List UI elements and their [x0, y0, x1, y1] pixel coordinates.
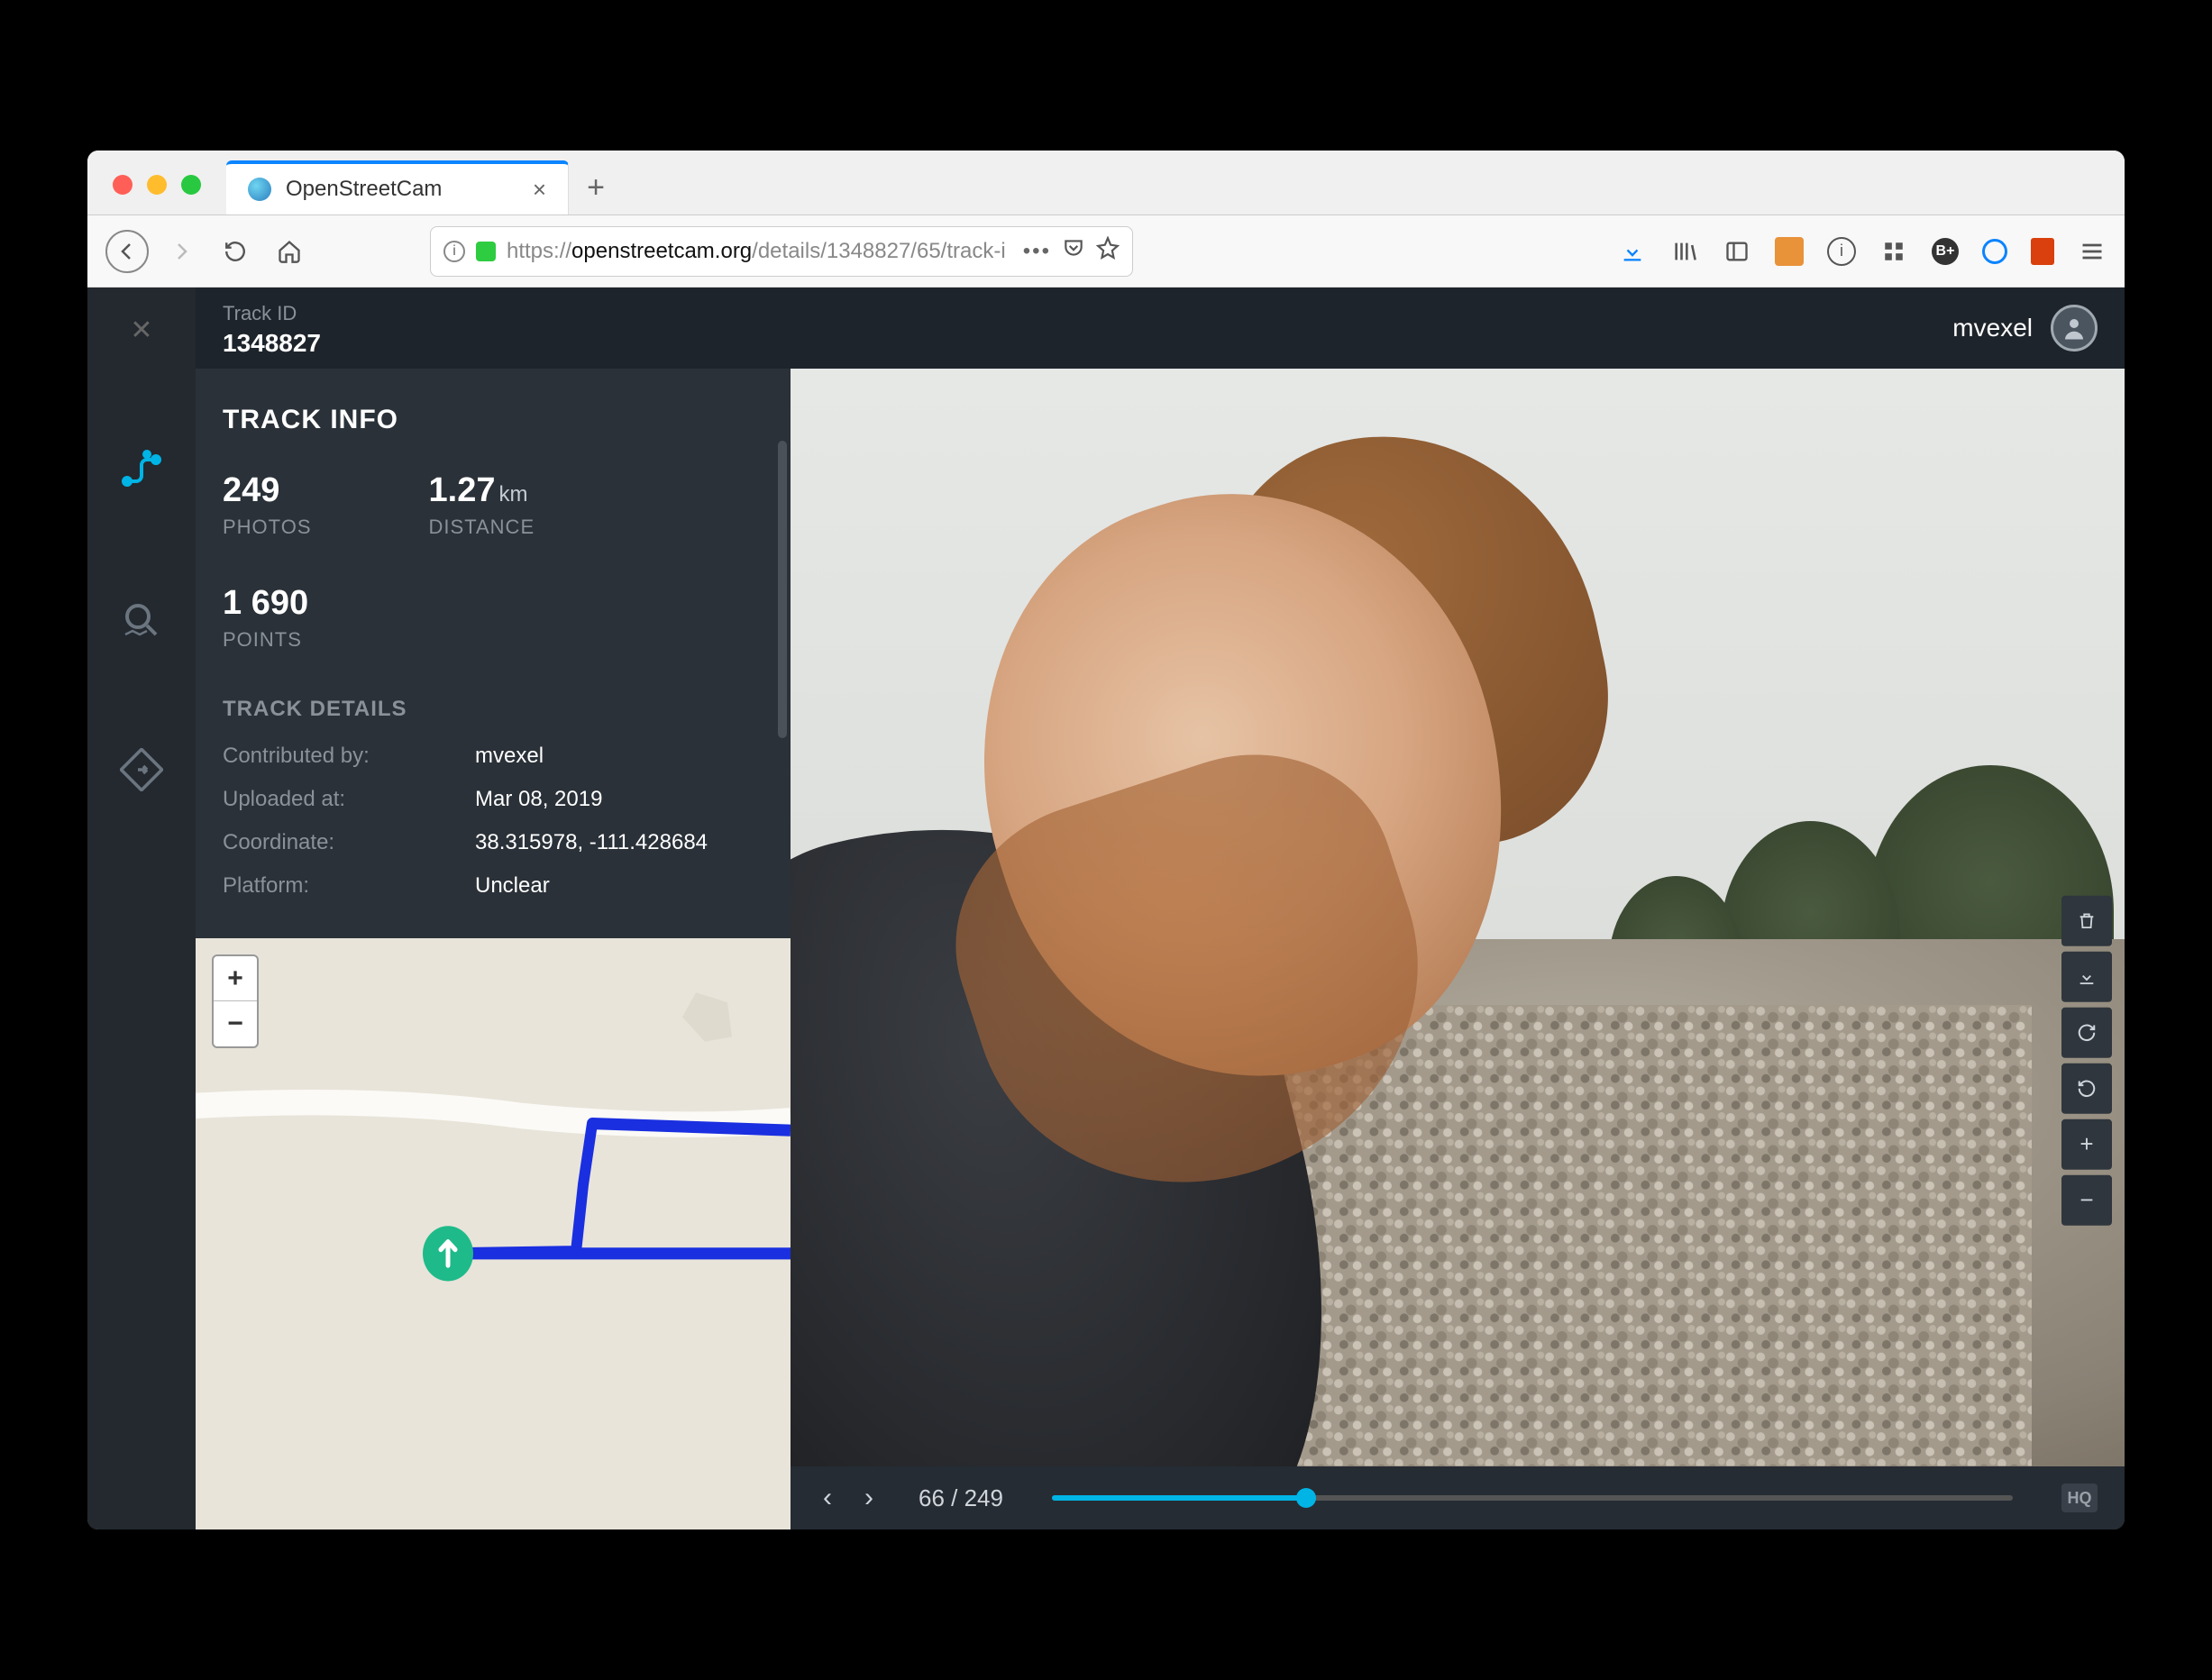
tab-bar: OpenStreetCam × + — [87, 151, 2125, 215]
slider-thumb[interactable] — [1296, 1488, 1316, 1508]
downloads-icon[interactable] — [1618, 237, 1647, 266]
zoom-out-button[interactable]: − — [214, 1001, 257, 1046]
distance-stat: 1.27km DISTANCE — [429, 471, 535, 539]
directions-tab-icon[interactable] — [116, 744, 167, 795]
browser-tab[interactable]: OpenStreetCam × — [226, 160, 569, 215]
photos-value: 249 — [223, 471, 312, 510]
photos-label: PHOTOS — [223, 516, 312, 539]
points-label: POINTS — [223, 628, 308, 652]
zoom-in-photo-button[interactable]: + — [2061, 1119, 2112, 1170]
reload-button[interactable] — [214, 230, 257, 273]
distance-value: 1.27km — [429, 471, 535, 510]
extension-fox-icon[interactable] — [1775, 237, 1804, 266]
sidebar-icon[interactable] — [1723, 237, 1751, 266]
forward-button[interactable] — [160, 230, 203, 273]
new-tab-button[interactable]: + — [569, 160, 623, 215]
bookmark-star-icon[interactable] — [1096, 236, 1120, 266]
photo-controls: + − — [2061, 896, 2112, 1226]
page-actions[interactable]: ••• — [1023, 239, 1051, 264]
tab-title: OpenStreetCam — [286, 177, 442, 202]
menu-icon[interactable] — [2078, 237, 2107, 266]
next-photo-button[interactable]: › — [859, 1483, 879, 1513]
panel-scrollbar[interactable] — [778, 441, 787, 738]
address-bar[interactable]: i https://openstreetcam.org/details/1348… — [430, 226, 1133, 277]
extension-grid-icon[interactable] — [1879, 237, 1908, 266]
hq-toggle-button[interactable]: HQ — [2061, 1484, 2098, 1512]
map-zoom-controls: + − — [212, 954, 259, 1048]
stats-row2: 1 690 POINTS — [223, 584, 763, 652]
zoom-out-photo-button[interactable]: − — [2061, 1175, 2112, 1226]
extension-badge-icon[interactable]: B+ — [1932, 238, 1959, 265]
panel-close-button[interactable]: ✕ — [130, 315, 152, 346]
detail-row: Contributed by:mvexel — [223, 744, 763, 769]
library-icon[interactable] — [1670, 237, 1699, 266]
street-photo — [791, 369, 2125, 1466]
track-details-title: TRACK DETAILS — [223, 697, 763, 722]
detail-row: Uploaded at:Mar 08, 2019 — [223, 787, 763, 812]
panel-header: Track ID 1348827 Started from — [196, 288, 791, 369]
home-button[interactable] — [268, 230, 311, 273]
photos-stat: 249 PHOTOS — [223, 471, 312, 539]
photo-viewer[interactable]: + − — [791, 369, 2125, 1466]
back-button[interactable] — [105, 230, 149, 273]
extension-info-icon[interactable]: i — [1827, 237, 1856, 266]
pocket-icon[interactable] — [1062, 236, 1085, 266]
track-info-section: TRACK INFO 249 PHOTOS 1.27km DISTANCE 1 … — [196, 369, 791, 938]
points-stat: 1 690 POINTS — [223, 584, 308, 652]
delete-photo-button[interactable] — [2061, 896, 2112, 946]
track-id-block: Track ID 1348827 — [223, 302, 321, 369]
url-text: https://openstreetcam.org/details/134882… — [507, 239, 1012, 264]
tab-close-button[interactable]: × — [533, 176, 546, 204]
download-photo-button[interactable] — [2061, 952, 2112, 1002]
toolbar-extensions: i B+ — [1618, 237, 2107, 266]
detail-row: Platform:Unclear — [223, 873, 763, 899]
browser-window: OpenStreetCam × + i https://openstreetca… — [87, 151, 2125, 1529]
info-panel: Track ID 1348827 Started from mvexel TRA… — [196, 288, 791, 1529]
mini-map[interactable]: + − — [196, 938, 791, 1529]
search-tab-icon[interactable] — [116, 595, 167, 645]
track-id-value: 1348827 — [223, 329, 321, 358]
user-menu[interactable]: mvexel — [1952, 288, 2098, 369]
app-content: ✕ Track ID 1348827 Started from — [87, 288, 2125, 1529]
browser-toolbar: i https://openstreetcam.org/details/1348… — [87, 215, 2125, 288]
username: mvexel — [1952, 314, 2033, 342]
track-info-tab-icon[interactable] — [116, 445, 167, 496]
rotate-cw-button[interactable] — [2061, 1008, 2112, 1058]
stats-row: 249 PHOTOS 1.27km DISTANCE — [223, 471, 763, 539]
info-icon[interactable]: i — [443, 241, 465, 262]
extension-circle-icon[interactable] — [1982, 239, 2007, 264]
minimize-window-button[interactable] — [147, 175, 167, 195]
close-window-button[interactable] — [113, 175, 133, 195]
photo-nav-strip: ‹ › 66 / 249 HQ — [791, 1466, 2125, 1529]
prev-photo-button[interactable]: ‹ — [818, 1483, 837, 1513]
photo-slider[interactable] — [1052, 1495, 2013, 1501]
zoom-in-button[interactable]: + — [214, 956, 257, 1001]
lock-icon — [476, 242, 496, 261]
detail-row: Coordinate:38.315978, -111.428684 — [223, 830, 763, 855]
photo-counter: 66 / 249 — [919, 1484, 1003, 1512]
avatar[interactable] — [2051, 305, 2098, 352]
track-id-label: Track ID — [223, 302, 321, 325]
track-info-title: TRACK INFO — [223, 405, 763, 435]
extension-red-icon[interactable] — [2031, 238, 2054, 265]
rotate-ccw-button[interactable] — [2061, 1064, 2112, 1114]
points-value: 1 690 — [223, 584, 308, 623]
window-controls — [87, 175, 226, 215]
tab-favicon — [248, 178, 271, 201]
main-view: + − ‹ › 66 / 249 HQ — [791, 288, 2125, 1529]
left-nav-bar: ✕ — [87, 288, 196, 1529]
distance-label: DISTANCE — [429, 516, 535, 539]
maximize-window-button[interactable] — [181, 175, 201, 195]
